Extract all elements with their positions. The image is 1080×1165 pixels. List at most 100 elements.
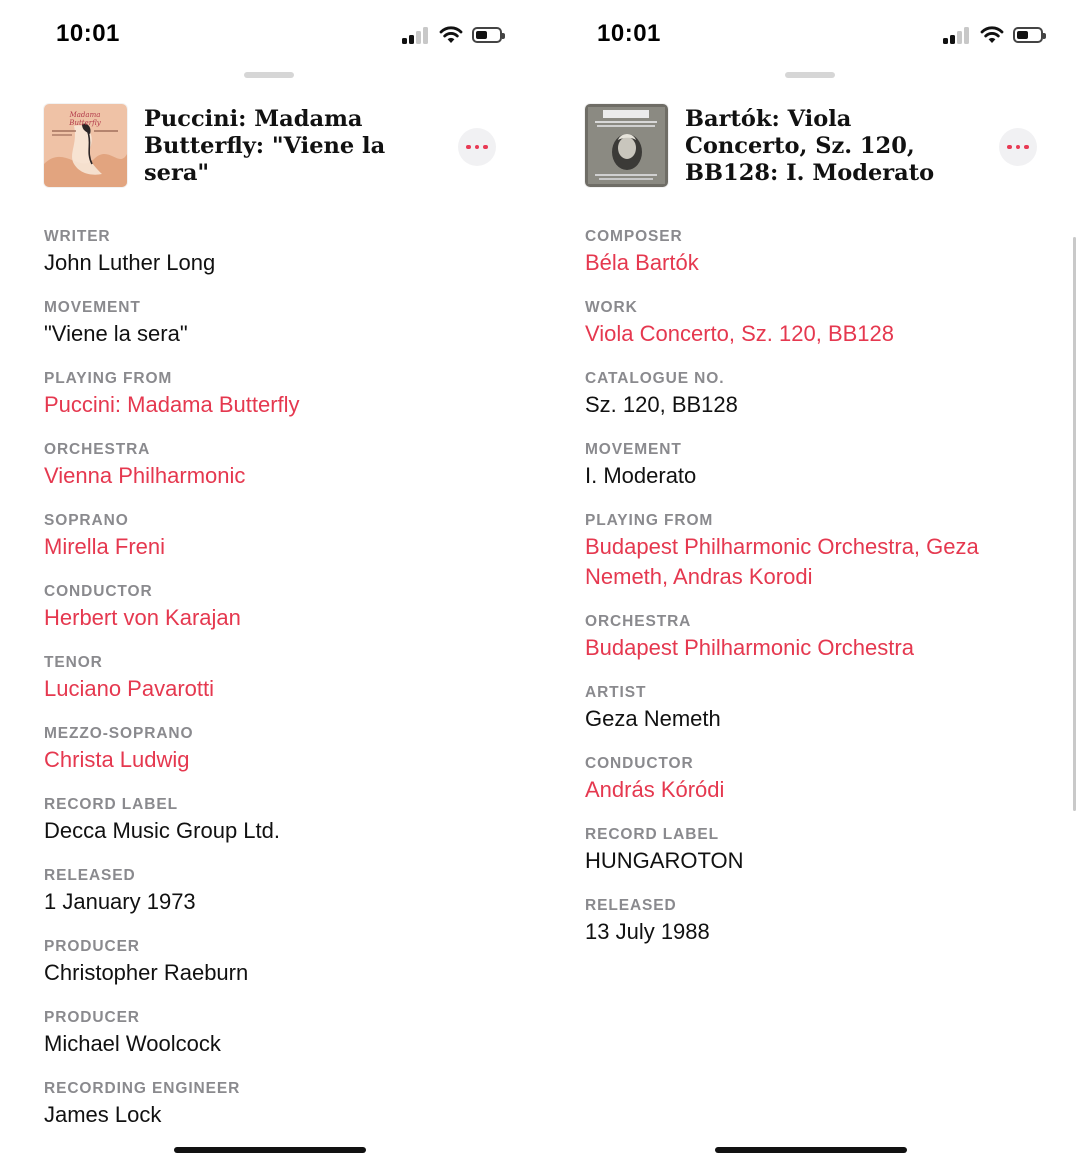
credit-field: MOVEMENT "Viene la sera" (44, 299, 496, 349)
credit-label: ARTIST (585, 684, 647, 701)
credit-label: ORCHESTRA (44, 441, 151, 458)
home-indicator (715, 1147, 907, 1153)
credit-value: Michael Woolcock (44, 1031, 221, 1056)
credit-link[interactable]: András Kóródi (585, 775, 1037, 805)
sheet-grabber[interactable] (244, 72, 294, 78)
track-header: Madama Butterfly Puccini: Madama Butterf… (44, 104, 496, 194)
credit-field[interactable]: SOPRANO Mirella Freni (44, 512, 496, 562)
credit-field[interactable]: COMPOSER Béla Bartók (585, 228, 1037, 278)
credit-link[interactable]: Budapest Philharmonic Orchestra (585, 633, 1037, 663)
signal-icon (943, 26, 971, 44)
credits-list: WRITER John Luther Long MOVEMENT "Viene la … (44, 228, 496, 1151)
status-time: 10:01 (56, 20, 120, 47)
credit-link[interactable]: Budapest Philharmonic Orchestra, Geza Ne… (585, 532, 1037, 592)
credit-value: 1 January 1973 (44, 889, 196, 914)
credit-field: CATALOGUE NO. Sz. 120, BB128 (585, 370, 1037, 420)
credit-link[interactable]: Luciano Pavarotti (44, 674, 496, 704)
credit-field: PRODUCER Michael Woolcock (44, 1009, 496, 1059)
credit-label: RECORD LABEL (44, 796, 178, 813)
album-artwork (585, 104, 668, 187)
credit-field[interactable]: CONDUCTOR Herbert von Karajan (44, 583, 496, 633)
credit-field[interactable]: ORCHESTRA Vienna Philharmonic (44, 441, 496, 491)
home-indicator (174, 1147, 366, 1153)
credits-list: COMPOSER Béla Bartók WORK Viola Concerto, S… (585, 228, 1037, 968)
battery-icon (1013, 27, 1046, 43)
credit-label: WORK (585, 299, 638, 316)
wifi-icon (439, 26, 463, 43)
credit-link[interactable]: Vienna Philharmonic (44, 461, 496, 491)
credit-value: Christopher Raeburn (44, 960, 249, 985)
track-header: Bartók: Viola Concerto, Sz. 120, BB128: … (585, 104, 1037, 194)
credit-label: PLAYING FROM (585, 512, 714, 529)
credit-value: Geza Nemeth (585, 706, 721, 731)
scroll-indicator[interactable] (1073, 237, 1076, 811)
credit-label: RECORD LABEL (585, 826, 719, 843)
credit-label: CONDUCTOR (44, 583, 153, 600)
more-dot-icon (1007, 144, 1012, 150)
status-icons (943, 26, 1046, 44)
credit-field: RECORD LABEL HUNGAROTON (585, 826, 1037, 876)
signal-icon (402, 26, 430, 44)
credit-label: MOVEMENT (44, 299, 141, 316)
status-icons (402, 26, 505, 44)
more-options-button[interactable] (999, 128, 1037, 166)
credit-value: HUNGAROTON (585, 848, 744, 873)
credit-field[interactable]: PLAYING FROM Puccini: Madama Butterfly (44, 370, 496, 420)
credit-field: ARTIST Geza Nemeth (585, 684, 1037, 734)
credits-sheet-left: 10:01 Madama Butterfly Puccini: Madama B… (0, 0, 540, 1165)
credit-field: RECORDING ENGINEER James Lock (44, 1080, 496, 1130)
credit-field: MOVEMENT I. Moderato (585, 441, 1037, 491)
track-title: Bartók: Viola Concerto, Sz. 120, BB128: … (685, 106, 935, 186)
credit-label: PLAYING FROM (44, 370, 173, 387)
credit-field[interactable]: ORCHESTRA Budapest Philharmonic Orchestra (585, 613, 1037, 663)
credit-label: COMPOSER (585, 228, 683, 245)
credit-link[interactable]: Béla Bartók (585, 248, 1037, 278)
credit-field[interactable]: CONDUCTOR András Kóródi (585, 755, 1037, 805)
credit-field[interactable]: TENOR Luciano Pavarotti (44, 654, 496, 704)
credit-value: Decca Music Group Ltd. (44, 818, 280, 843)
credit-value: James Lock (44, 1102, 162, 1127)
credit-label: TENOR (44, 654, 103, 671)
sheet-grabber[interactable] (785, 72, 835, 78)
credit-field[interactable]: WORK Viola Concerto, Sz. 120, BB128 (585, 299, 1037, 349)
credit-label: PRODUCER (44, 1009, 140, 1026)
credit-link[interactable]: Christa Ludwig (44, 745, 496, 775)
credit-link[interactable]: Mirella Freni (44, 532, 496, 562)
more-options-button[interactable] (458, 128, 496, 166)
credit-value: John Luther Long (44, 250, 216, 275)
credit-label: RECORDING ENGINEER (44, 1080, 241, 1097)
credit-label: RELEASED (44, 867, 136, 884)
credit-label: CATALOGUE NO. (585, 370, 725, 387)
more-dot-icon (466, 144, 471, 150)
credit-label: MOVEMENT (585, 441, 682, 458)
credit-label: CONDUCTOR (585, 755, 694, 772)
credit-value: 13 July 1988 (585, 919, 710, 944)
credit-field: RELEASED 1 January 1973 (44, 867, 496, 917)
credit-label: PRODUCER (44, 938, 140, 955)
credit-label: ORCHESTRA (585, 613, 692, 630)
credit-label: SOPRANO (44, 512, 129, 529)
credit-link[interactable]: Viola Concerto, Sz. 120, BB128 (585, 319, 1037, 349)
svg-text:Butterfly: Butterfly (68, 119, 101, 127)
credit-value: I. Moderato (585, 463, 697, 488)
credit-field: RELEASED 13 July 1988 (585, 897, 1037, 947)
battery-icon (472, 27, 505, 43)
credit-label: RELEASED (585, 897, 677, 914)
credits-sheet-right: 10:01 Bartók: Viola Concerto, Sz. 120, B… (541, 0, 1080, 1165)
credit-field[interactable]: PLAYING FROM Budapest Philharmonic Orches… (585, 512, 1037, 592)
credit-field: WRITER John Luther Long (44, 228, 496, 278)
credit-link[interactable]: Puccini: Madama Butterfly (44, 390, 496, 420)
credit-field[interactable]: MEZZO-SOPRANO Christa Ludwig (44, 725, 496, 775)
track-title: Puccini: Madama Butterfly: "Viene la ser… (144, 106, 386, 186)
credit-value: Sz. 120, BB128 (585, 392, 738, 417)
album-artwork: Madama Butterfly (44, 104, 127, 187)
credit-value: "Viene la sera" (44, 321, 188, 346)
status-time: 10:01 (597, 20, 661, 47)
credit-field: RECORD LABEL Decca Music Group Ltd. (44, 796, 496, 846)
svg-text:Madama: Madama (69, 111, 101, 119)
wifi-icon (980, 26, 1004, 43)
credit-label: WRITER (44, 228, 111, 245)
credit-label: MEZZO-SOPRANO (44, 725, 194, 742)
credit-link[interactable]: Herbert von Karajan (44, 603, 496, 633)
credit-field: PRODUCER Christopher Raeburn (44, 938, 496, 988)
